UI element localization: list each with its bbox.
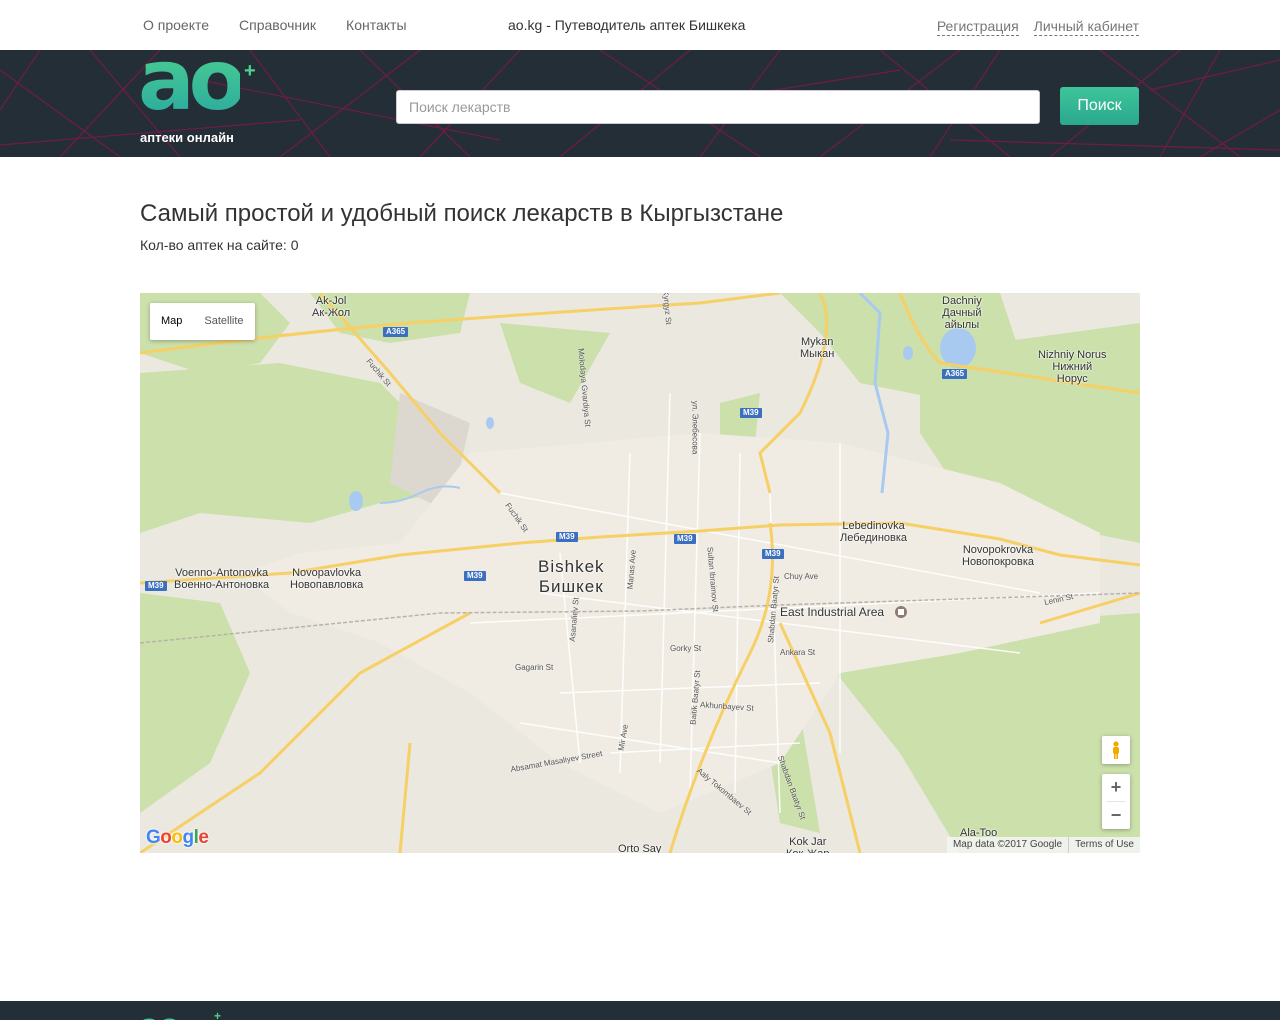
logo-tagline: аптеки онлайн	[140, 130, 234, 145]
road-shield: M39	[464, 571, 486, 581]
road-shield: A365	[383, 327, 409, 337]
pharmacy-count: Кол-во аптек на сайте: 0	[140, 237, 298, 253]
map-attribution: Map data ©2017 Google Terms of Use	[946, 837, 1140, 853]
footer-logo-plus: +	[214, 1009, 222, 1020]
search-button[interactable]: Поиск	[1060, 87, 1139, 125]
place-text: Mykan Мыкан	[800, 336, 835, 360]
top-navigation: О проекте Справочник Контакты ao.kg - Пу…	[0, 0, 1280, 50]
medicine-search-input[interactable]	[396, 90, 1040, 124]
page-title: Самый простой и удобный поиск лекарств в…	[140, 200, 784, 227]
place-text: Kok Jar Кок-Жар	[786, 836, 830, 853]
site-logo[interactable]: ao + аптеки онлайн	[138, 50, 270, 150]
place-label-lebedinovka: Lebedinovka Лебединовка	[840, 520, 907, 544]
street-label: Gagarin St	[515, 663, 554, 672]
map-type-map-button[interactable]: Map	[150, 303, 193, 340]
register-link[interactable]: Регистрация	[936, 18, 1019, 36]
place-text: Lebedinovka Лебединовка	[840, 520, 908, 544]
terms-of-use-link[interactable]: Terms of Use	[1068, 837, 1140, 853]
place-label-east-industrial: East Industrial Area	[780, 605, 885, 619]
place-label-novopokrovka: Novopokrovka Новопокровка	[962, 544, 1034, 568]
nav-link-about[interactable]: О проекте	[143, 17, 209, 33]
road-shield: M39	[740, 408, 762, 418]
place-text: Dachniy Дачный айылы	[942, 295, 982, 331]
street-label: Ankara St	[780, 648, 816, 657]
road-shield: A365	[942, 369, 968, 379]
footer-logo[interactable]: ao	[138, 1007, 182, 1020]
logo-plus: +	[244, 60, 256, 82]
zoom-out-button[interactable]: −	[1102, 802, 1130, 829]
place-label-mykan: Mykan Мыкан	[800, 336, 834, 360]
place-label-akjol: Ak-Jol Ак-Жол	[312, 295, 350, 319]
map-type-control: Map Satellite	[150, 303, 255, 340]
street-view-pegman-icon[interactable]	[1102, 736, 1130, 764]
place-label-nizhniy-norus: Nizhniy Norus Нижний Норус	[1038, 349, 1106, 385]
header-banner: ao + аптеки онлайн Поиск	[0, 50, 1280, 157]
road-shield: M39	[674, 534, 696, 544]
street-label: Gorky St	[670, 644, 702, 653]
place-label-kok-jar: Kok Jar Кок-Жар	[786, 836, 830, 853]
logo-mark: ao	[138, 50, 246, 122]
map-type-satellite-button[interactable]: Satellite	[193, 303, 254, 340]
place-text: Nizhniy Norus Нижний Норус	[1038, 349, 1107, 385]
road-shield: M39	[145, 581, 167, 591]
place-label-dachniy: Dachniy Дачный айылы	[942, 295, 982, 331]
place-text: Novopavlovka Новопавловка	[290, 567, 364, 591]
nav-link-contacts[interactable]: Контакты	[346, 17, 406, 33]
place-label-novopavlovka: Novopavlovka Новопавловка	[290, 567, 363, 591]
place-text: Novopokrovka Новопокровка	[962, 544, 1035, 568]
pharmacy-count-label: Кол-во аптек на сайте:	[140, 237, 287, 253]
street-label: Chuy Ave	[784, 572, 819, 581]
place-label-bishkek: Bishkek Бишкек	[538, 557, 605, 597]
site-title: ao.kg - Путеводитель аптек Бишкека	[508, 17, 746, 33]
place-text: Bishkek Бишкек	[538, 557, 605, 596]
pharmacy-count-value: 0	[290, 237, 299, 253]
footer: ao +	[0, 1001, 1280, 1020]
zoom-in-button[interactable]: +	[1102, 774, 1130, 801]
top-nav-links: О проекте Справочник Контакты	[143, 17, 437, 33]
place-text: Ak-Jol Ак-Жол	[312, 295, 351, 319]
road-shield: M39	[762, 549, 784, 559]
place-text: Voenno-Antonovka Военно-Антоновка	[174, 567, 270, 591]
place-label-orto-say: Orto Say	[618, 843, 662, 853]
street-label: ул. Элебесова	[690, 400, 700, 455]
google-logo[interactable]: Google	[146, 827, 209, 849]
google-map[interactable]: Ak-Jol Ак-Жол Dachniy Дачный айылы Mykan…	[140, 293, 1140, 853]
personal-cabinet-link[interactable]: Личный кабинет	[1033, 18, 1139, 36]
account-links: Регистрация Личный кабинет	[936, 18, 1139, 36]
nav-link-directory[interactable]: Справочник	[239, 17, 316, 33]
place-label-voenno-antonovka: Voenno-Antonovka Военно-Антоновка	[174, 567, 269, 591]
road-shield: M39	[556, 532, 578, 542]
map-data-credit: Map data ©2017 Google	[952, 839, 1063, 850]
zoom-control: + −	[1102, 774, 1130, 829]
